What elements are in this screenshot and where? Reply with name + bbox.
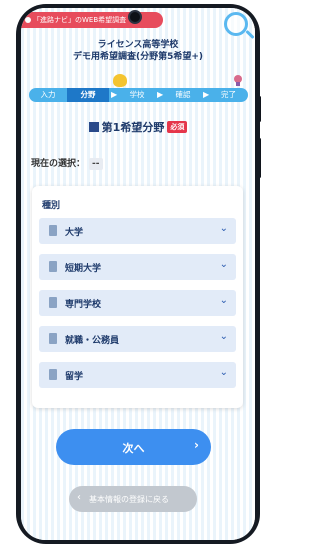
- survey-name: デモ用希望調査(分野第5希望+): [72, 52, 204, 62]
- step-confirm: 確認: [163, 88, 203, 102]
- chevron-down-icon: ⌄: [219, 259, 228, 270]
- next-button[interactable]: 次へ ›: [56, 429, 211, 465]
- option-label: 短期大学: [65, 264, 102, 274]
- page-title: ライセンス高等学校 デモ用希望調査(分野第5希望+): [21, 39, 255, 63]
- option-vocational-school[interactable]: 専門学校 ⌄: [39, 290, 236, 316]
- current-selection-value: --: [89, 158, 103, 170]
- step-label: 学校: [129, 90, 145, 99]
- step-label: 分野: [80, 90, 96, 99]
- option-label: 専門学校: [65, 300, 102, 310]
- mascot-icon: [113, 74, 127, 87]
- chevron-left-icon: ‹: [77, 492, 81, 503]
- heading-text: 第1希望分野: [101, 121, 165, 134]
- option-junior-college[interactable]: 短期大学 ⌄: [39, 254, 236, 280]
- document-icon: [49, 225, 57, 236]
- required-badge: 必須: [167, 121, 188, 133]
- document-icon: [49, 369, 57, 380]
- back-button[interactable]: ‹ 基本情報の登録に戻る: [69, 486, 197, 512]
- step-school: 学校: [117, 88, 157, 102]
- camera-icon: [128, 10, 142, 24]
- step-field: 分野: [67, 88, 109, 102]
- category-card: 種別 大学 ⌄ 短期大学 ⌄ 専門学校 ⌄ 就職・公務員 ⌄ 留学 ⌄: [32, 186, 243, 408]
- document-icon: [49, 261, 57, 272]
- chevron-down-icon: ⌄: [219, 367, 228, 378]
- back-button-label: 基本情報の登録に戻る: [89, 495, 169, 504]
- step-label: 確認: [175, 90, 191, 99]
- step-input: 入力: [29, 88, 67, 102]
- building-icon: [88, 122, 99, 132]
- next-button-label: 次へ: [122, 442, 145, 455]
- category-card-title: 種別: [42, 201, 61, 211]
- option-employment[interactable]: 就職・公務員 ⌄: [39, 326, 236, 352]
- chevron-right-icon: ›: [194, 438, 199, 452]
- screen: 「進路ナビ」のWEB希望調査 ライセンス高等学校 デモ用希望調査(分野第5希望+…: [21, 8, 255, 540]
- step-label: 完了: [221, 90, 236, 99]
- step-complete: 完了: [209, 88, 248, 102]
- chevron-down-icon: ⌄: [219, 223, 228, 234]
- option-study-abroad[interactable]: 留学 ⌄: [39, 362, 236, 388]
- step-label: 入力: [40, 90, 56, 99]
- step-progress-bar: 入力 分野 ▶ 学校 ▶ 確認 ▶ 完了: [29, 88, 248, 102]
- document-icon: [49, 297, 57, 308]
- document-icon: [49, 333, 57, 344]
- banner-dot-icon: [25, 17, 31, 23]
- option-label: 就職・公務員: [65, 336, 120, 346]
- option-label: 大学: [65, 228, 84, 238]
- mascot-small-icon: [234, 75, 242, 86]
- chevron-down-icon: ⌄: [219, 331, 228, 342]
- current-selection-label: 現在の選択：: [31, 159, 86, 169]
- option-label: 留学: [65, 372, 84, 382]
- banner-text: 「進路ナビ」のWEB希望調査: [33, 16, 127, 24]
- option-university[interactable]: 大学 ⌄: [39, 218, 236, 244]
- chevron-down-icon: ⌄: [219, 295, 228, 306]
- school-name: ライセンス高等学校: [97, 40, 179, 50]
- current-selection: 現在の選択： --: [31, 156, 103, 170]
- section-heading: 第1希望分野 必須: [21, 119, 255, 135]
- search-icon[interactable]: [224, 12, 248, 36]
